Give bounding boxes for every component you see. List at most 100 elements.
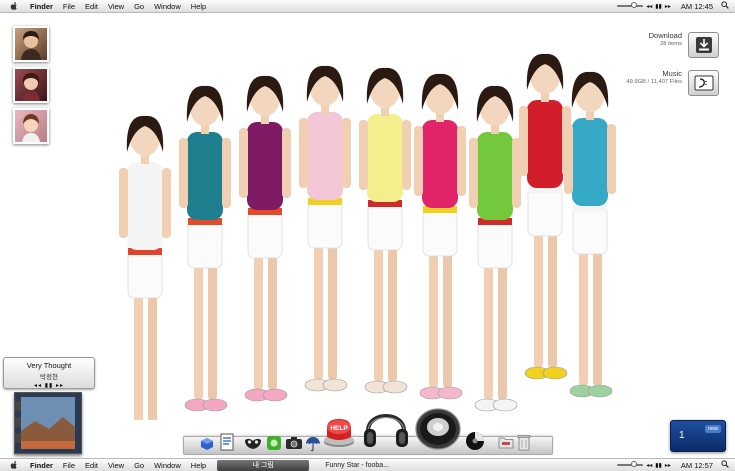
music-drive[interactable]: Music 49.9GB / 11,407 Files (626, 69, 719, 96)
wallpaper-figure-1-arm-right (162, 168, 171, 238)
download-drive-count: 28 items (660, 40, 682, 47)
wallpaper-figure-3-arm-left (239, 128, 248, 198)
wallpaper-figure-7-leg-left (484, 260, 493, 400)
headphones-icon[interactable] (362, 401, 410, 451)
menu-edit[interactable]: Edit (80, 461, 103, 470)
wallpaper-figure-8-shoe-right (542, 366, 568, 380)
wallpaper-figure-8-leg-right (548, 228, 557, 368)
notification-widget[interactable]: 1 new (670, 420, 726, 452)
menu-window[interactable]: Window (149, 461, 186, 470)
wallpaper-figure-2-shoe-right (202, 398, 228, 412)
wallpaper-figure-2-arm-right (222, 138, 231, 208)
music-drive-icon[interactable] (688, 70, 719, 96)
forward-icon[interactable]: ▸▸ (665, 462, 671, 469)
camera-icon[interactable] (285, 436, 303, 450)
wallpaper-figure-2-leg-right (208, 260, 217, 400)
mask-icon[interactable] (244, 436, 262, 450)
wallpaper-figure-4-shorts (307, 199, 343, 249)
magnifier-icon[interactable] (721, 460, 729, 470)
menu-help[interactable]: Help (186, 2, 211, 11)
menu-go[interactable]: Go (129, 461, 149, 470)
wallpaper-figure-6-leg-right (443, 248, 452, 388)
rewind-icon[interactable]: ◂◂ (646, 3, 652, 10)
cube-icon[interactable] (200, 437, 214, 451)
disc-icon[interactable] (465, 431, 485, 451)
wallpaper-figure-8-shorts (527, 187, 563, 237)
help-button-icon[interactable]: HELP (322, 415, 356, 449)
volume-knob[interactable] (631, 461, 638, 467)
menu-view[interactable]: View (103, 2, 129, 11)
wallpaper-figure-1-shorts (127, 249, 163, 299)
taskbar-inactive-window[interactable]: Funny Star - fooba... (315, 460, 425, 471)
menu-finder[interactable]: Finder (25, 2, 58, 11)
wallpaper-figure-9-shorts (572, 205, 608, 255)
wallpaper-figure-4-leg-left (314, 240, 323, 380)
volume-slider[interactable] (617, 2, 644, 8)
wallpaper-figure-3-shoe-right (262, 388, 288, 402)
wallpaper-figure-4-shoe-right (322, 378, 348, 392)
pause-icon[interactable]: ▮▮ (655, 3, 662, 10)
wallpaper-figure-1-leg-right (148, 290, 157, 420)
wallpaper-figure-5-shorts (367, 201, 403, 251)
wallpaper-figure-5-arm-left (359, 120, 368, 190)
menubar-clock[interactable]: AM 12:45 (681, 2, 713, 11)
folder-icon[interactable] (498, 435, 514, 449)
download-drive[interactable]: Download 28 items (649, 31, 719, 58)
wallpaper-figure-7-shirt (477, 132, 513, 220)
wallpaper-figure-2-shorts (187, 219, 223, 269)
wallpaper-figure-4-shirt (307, 112, 343, 200)
wallpaper-figure-8-arm-left (519, 106, 528, 176)
player-controls[interactable]: ◂◂ ▮▮ ▸▸ (4, 382, 94, 389)
top-menubar: Finder File Edit View Go Window Help ◂◂ … (0, 0, 735, 13)
album-art[interactable] (14, 392, 82, 454)
menu-go[interactable]: Go (129, 2, 149, 11)
wallpaper-figure-5-leg-right (388, 242, 397, 382)
menu-file[interactable]: File (58, 461, 80, 470)
volume-slider[interactable] (617, 461, 644, 467)
menu-help[interactable]: Help (186, 461, 211, 470)
music-drive-name: Music (662, 69, 682, 78)
wallpaper-figure-6-shoe-right (437, 386, 463, 400)
wallpaper-figure-4-arm-right (342, 118, 351, 188)
speaker-icon[interactable] (414, 407, 462, 451)
wallpaper-figure-9-leg-right (593, 246, 602, 386)
wallpaper-figure-7-arm-left (469, 138, 478, 208)
bottom-menubar: Finder File Edit View Go Window Help 내 그… (0, 458, 735, 471)
menubar-clock[interactable]: AM 12:57 (681, 461, 713, 470)
now-playing-widget[interactable]: Very Thought 박정현 ◂◂ ▮▮ ▸▸ (3, 357, 95, 389)
menu-edit[interactable]: Edit (80, 2, 103, 11)
track-artist: 박정현 (40, 374, 58, 381)
menu-view[interactable]: View (103, 461, 129, 470)
menu-window[interactable]: Window (149, 2, 186, 11)
wallpaper-figure-2-arm-left (179, 138, 188, 208)
wallpaper-figure-5-shirt (367, 114, 403, 202)
download-drive-icon[interactable] (688, 32, 719, 58)
apple-icon[interactable] (8, 1, 19, 12)
photo-thumbnail-3[interactable] (13, 108, 49, 144)
wallpaper-figure-3-shorts (247, 209, 283, 259)
magnifier-icon[interactable] (721, 1, 729, 11)
umbrella-icon[interactable] (305, 436, 321, 452)
document-icon[interactable] (220, 433, 234, 451)
photo-thumbnail-2[interactable] (13, 67, 49, 103)
trash-icon[interactable] (517, 434, 531, 451)
notification-badge: new (704, 425, 721, 433)
wallpaper-figure-5-arm-right (402, 120, 411, 190)
wallpaper-figure-1-shirt (127, 162, 163, 250)
wallpaper-figure-1-arm-left (119, 168, 128, 238)
wallpaper-figure-2-shirt (187, 132, 223, 220)
forward-icon[interactable]: ▸▸ (665, 3, 671, 10)
pause-icon[interactable]: ▮▮ (655, 462, 662, 469)
menu-finder[interactable]: Finder (25, 461, 58, 470)
wallpaper-figure-9-arm-left (564, 124, 573, 194)
wallpaper-figure-7-shorts (477, 219, 513, 269)
wallpaper-figure-2-leg-left (194, 260, 203, 400)
wallpaper-figure-5-leg-left (374, 242, 383, 382)
photo-thumbnail-1[interactable] (13, 26, 49, 62)
taskbar-active-window[interactable]: 내 그림 (217, 459, 310, 471)
rewind-icon[interactable]: ◂◂ (646, 462, 652, 469)
volume-knob[interactable] (631, 2, 638, 8)
apple-icon[interactable] (8, 460, 19, 471)
menu-file[interactable]: File (58, 2, 80, 11)
green-app-icon[interactable] (266, 435, 282, 451)
